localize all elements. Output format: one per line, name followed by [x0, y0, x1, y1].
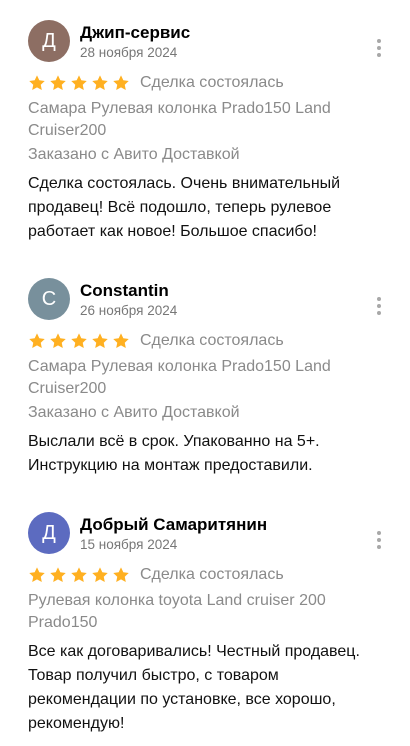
author-name[interactable]: Добрый Самаритянин [80, 515, 267, 535]
review-text: Сделка состоялась. Очень внимательный пр… [28, 175, 341, 240]
star-icon [29, 333, 45, 349]
rating-row: Сделка состоялась [28, 328, 410, 354]
more-options-button[interactable] [374, 37, 384, 59]
review-text: Выслали всё в срок. Упакованно на 5+. Ин… [28, 433, 320, 474]
deal-status: Сделка состоялась [140, 74, 284, 91]
star-icon [50, 333, 66, 349]
review-date: 28 ноября 2024 [80, 45, 178, 60]
review-card: Д Добрый Самаритянин 15 ноября 2024 Сдел… [0, 478, 410, 736]
star-icon [50, 75, 66, 91]
delivery-label: Заказано с Авито Доставкой [28, 146, 240, 163]
more-vertical-icon [377, 39, 381, 43]
star-icon [71, 333, 87, 349]
star-icon [113, 567, 129, 583]
review-card: Д Джип-сервис 28 ноября 2024 Сделка сост… [0, 0, 410, 244]
avatar[interactable]: C [28, 278, 70, 320]
star-icon [71, 75, 87, 91]
rating-row: Сделка состоялась [28, 562, 410, 588]
author-name[interactable]: Джип-сервис [80, 23, 190, 43]
star-icon [29, 75, 45, 91]
more-vertical-icon [377, 297, 381, 301]
star-rating [28, 74, 130, 92]
star-icon [113, 333, 129, 349]
avatar[interactable]: Д [28, 20, 70, 62]
more-vertical-icon [377, 531, 381, 535]
review-card: C Constantin 26 ноября 2024 Сделка состо… [0, 244, 410, 478]
more-options-button[interactable] [374, 295, 384, 317]
item-title[interactable]: Самара Рулевая колонка Prado150 Land Cru… [28, 98, 348, 142]
review-text: Все как договаривались! Честный продавец… [28, 643, 360, 732]
star-icon [92, 75, 108, 91]
star-icon [71, 567, 87, 583]
author-name[interactable]: Constantin [80, 281, 177, 301]
rating-row: Сделка состоялась [28, 70, 410, 96]
delivery-label: Заказано с Авито Доставкой [28, 404, 240, 421]
item-title[interactable]: Рулевая колонка toyota Land cruiser 200 … [28, 590, 348, 634]
item-title[interactable]: Самара Рулевая колонка Prado150 Land Cru… [28, 356, 348, 400]
star-icon [29, 567, 45, 583]
review-date: 15 ноября 2024 [80, 537, 178, 552]
deal-status: Сделка состоялась [140, 332, 284, 349]
star-icon [50, 567, 66, 583]
review-header: Д Добрый Самаритянин 15 ноября 2024 [28, 512, 410, 562]
star-icon [92, 333, 108, 349]
star-rating [28, 566, 130, 584]
avatar[interactable]: Д [28, 512, 70, 554]
deal-status: Сделка состоялась [140, 566, 284, 583]
star-icon [92, 567, 108, 583]
star-rating [28, 332, 130, 350]
star-icon [113, 75, 129, 91]
review-header: Д Джип-сервис 28 ноября 2024 [28, 20, 410, 70]
review-date: 26 ноября 2024 [80, 303, 178, 318]
more-options-button[interactable] [374, 529, 384, 551]
review-header: C Constantin 26 ноября 2024 [28, 278, 410, 328]
